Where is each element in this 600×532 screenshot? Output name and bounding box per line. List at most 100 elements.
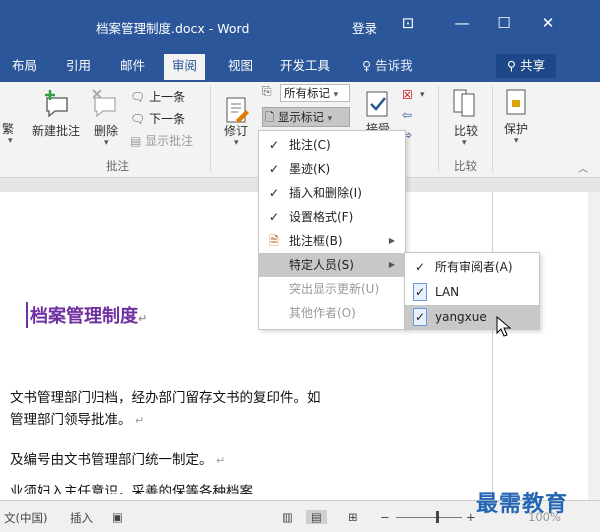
menu-item-label: 所有审阅者(A) xyxy=(435,260,513,274)
previous-label: 上一条 xyxy=(149,90,186,104)
document-line[interactable]: 及编号由文书管理部门统一制定。 ↵ xyxy=(10,448,225,468)
insert-mode-status[interactable]: 插入 xyxy=(70,510,93,526)
chevron-down-icon: ▾ xyxy=(8,136,13,146)
new-comment-icon[interactable] xyxy=(42,88,72,118)
login-button[interactable]: 登录 xyxy=(352,18,377,37)
previous-comment-button[interactable]: 🗨 上一条 xyxy=(130,88,185,105)
minimize-icon[interactable]: — xyxy=(450,14,474,32)
document-line[interactable]: 文书管理部门归档，经办部门留存文书的复印件。如 xyxy=(10,386,321,406)
chevron-down-icon: ▾ xyxy=(462,138,467,148)
menu-item-label: 批注框(B) xyxy=(289,234,343,248)
tell-me-box[interactable]: ♀ 告诉我 xyxy=(362,54,413,78)
title-bar: 档案管理制度.docx - Word 登录 ⊡ — ☐ ✕ xyxy=(0,0,600,52)
menu-item-formatting[interactable]: ✓ 设置格式(F) xyxy=(259,205,405,229)
menu-item-insertions-deletions[interactable]: ✓ 插入和删除(I) xyxy=(259,181,405,205)
menu-item-label: 插入和删除(I) xyxy=(289,186,362,200)
ribbon-tabs: 布局 引用 邮件 审阅 视图 开发工具 ♀ 告诉我 ⚲ 共享 xyxy=(0,52,600,82)
accept-icon[interactable] xyxy=(364,90,392,118)
group-divider xyxy=(438,86,439,172)
delete-comment-icon[interactable] xyxy=(90,88,120,118)
show-markup-icon: 🗋 xyxy=(265,110,275,124)
menu-item-label: yangxue xyxy=(435,310,487,324)
tab-mailings[interactable]: 邮件 xyxy=(112,54,153,80)
previous-comment-icon: 🗨 xyxy=(130,90,146,104)
close-icon[interactable]: ✕ xyxy=(536,14,560,32)
paragraph-mark-icon: ↵ xyxy=(138,312,148,325)
macro-record-icon[interactable]: ▣ xyxy=(112,510,123,524)
checkmark-icon: ✓ xyxy=(268,138,280,152)
web-layout-icon[interactable]: ⊞ xyxy=(348,510,358,524)
share-button[interactable]: ⚲ 共享 xyxy=(496,54,556,78)
document-line[interactable]: 业须妇入主任意识，采善的保等各种档案 xyxy=(10,480,253,494)
tab-layout[interactable]: 布局 xyxy=(4,54,45,80)
tab-review[interactable]: 审阅 xyxy=(164,54,206,80)
collapse-ribbon-icon[interactable]: ︿ xyxy=(578,160,588,175)
compare-icon[interactable] xyxy=(452,88,478,120)
track-changes-label[interactable]: 修订 xyxy=(224,122,248,139)
document-title-text: 档案管理制度 xyxy=(30,306,138,327)
maximize-icon[interactable]: ☐ xyxy=(492,14,516,32)
menu-item-all-reviewers[interactable]: ✓ 所有审阅者(A) xyxy=(405,255,539,279)
new-comment-label[interactable]: 新建批注 xyxy=(32,122,80,139)
ribbon-display-options-icon[interactable]: ⊡ xyxy=(396,14,420,32)
show-markup-label: 显示标记 xyxy=(277,110,324,124)
show-comments-icon: ▤ xyxy=(130,134,142,148)
menu-item-label: 突出显示更新(U) xyxy=(289,282,380,296)
window-title: 档案管理制度.docx - Word xyxy=(96,21,250,36)
display-for-review-icon: ⎘ xyxy=(262,84,272,98)
show-comments-button[interactable]: ▤ 显示批注 xyxy=(130,132,193,149)
page-margin-line xyxy=(492,192,493,500)
menu-item-specific-people[interactable]: 特定人员(S) ▶ xyxy=(259,253,405,277)
mouse-cursor-icon xyxy=(496,316,512,337)
print-layout-icon[interactable]: ▤ xyxy=(306,510,327,524)
menu-item-ink[interactable]: ✓ 墨迹(K) xyxy=(259,157,405,181)
show-markup-button[interactable]: 🗋 显示标记 ▾ xyxy=(262,107,350,127)
chevron-down-icon: ▾ xyxy=(327,114,333,124)
zoom-in-icon[interactable]: + xyxy=(466,510,476,524)
specific-people-submenu: ✓ 所有审阅者(A) ✓ LAN ✓ yangxue xyxy=(404,252,540,330)
show-comments-label: 显示批注 xyxy=(145,134,194,148)
lightbulb-icon: ♀ xyxy=(362,58,372,73)
watermark-logo: 最需教育 xyxy=(476,491,569,517)
reject-icon[interactable]: ☒ xyxy=(402,88,413,102)
document-line-text: 及编号由文书管理部门统一制定。 xyxy=(10,452,213,468)
previous-change-icon[interactable]: ⇦ xyxy=(402,108,412,122)
next-comment-button[interactable]: 🗨 下一条 xyxy=(130,110,185,127)
markup-mode-select[interactable]: 所有标记 ▾ xyxy=(280,84,350,102)
submenu-arrow-icon: ▶ xyxy=(388,260,395,269)
menu-item-reviewer-yangxue[interactable]: ✓ yangxue xyxy=(405,305,539,329)
menu-item-reviewer-lan[interactable]: ✓ LAN xyxy=(405,280,539,304)
zoom-out-icon[interactable]: − xyxy=(380,510,390,524)
show-markup-menu: ✓ 批注(C) ✓ 墨迹(K) ✓ 插入和删除(I) ✓ 设置格式(F) 🗎 批… xyxy=(258,130,406,330)
document-line[interactable]: 管理部门领导批准。 ↵ xyxy=(10,408,144,428)
read-mode-icon[interactable]: ▥ xyxy=(282,510,293,524)
document-line-text: 管理部门领导批准。 xyxy=(10,412,132,428)
menu-item-label: LAN xyxy=(435,285,460,299)
comments-group-label: 批注 xyxy=(106,159,129,173)
tab-developer[interactable]: 开发工具 xyxy=(272,54,338,80)
checkmark-icon: ✓ xyxy=(268,186,280,200)
compare-label[interactable]: 比较 xyxy=(454,122,478,139)
chevron-down-icon: ▾ xyxy=(514,136,519,146)
zoom-slider[interactable] xyxy=(396,517,462,518)
checkmark-icon: ✓ xyxy=(414,260,426,274)
vertical-scrollbar[interactable] xyxy=(588,192,600,500)
language-status[interactable]: 文(中国) xyxy=(4,510,47,526)
tab-references[interactable]: 引用 xyxy=(58,54,99,80)
tab-view[interactable]: 视图 xyxy=(220,54,261,80)
checkmark-icon: ✓ xyxy=(413,283,427,301)
menu-item-comments[interactable]: ✓ 批注(C) xyxy=(259,133,405,157)
menu-item-label: 设置格式(F) xyxy=(289,210,354,224)
protect-label[interactable]: 保护 xyxy=(504,120,528,137)
document-title[interactable]: 档案管理制度↵ xyxy=(26,302,147,328)
menu-item-highlight-updates: 突出显示更新(U) xyxy=(259,277,405,301)
chevron-down-icon: ▾ xyxy=(333,90,339,100)
delete-label[interactable]: 删除 xyxy=(94,122,118,139)
zoom-slider-thumb[interactable] xyxy=(436,511,439,523)
chevron-down-icon: ▾ xyxy=(234,138,239,148)
chevron-down-icon: ▾ xyxy=(420,90,425,100)
checkmark-icon: ✓ xyxy=(268,162,280,176)
protect-icon[interactable] xyxy=(504,88,528,118)
partial-button-label[interactable]: 繁 xyxy=(2,120,14,137)
menu-item-balloons[interactable]: 🗎 批注框(B) ▶ xyxy=(259,229,405,253)
